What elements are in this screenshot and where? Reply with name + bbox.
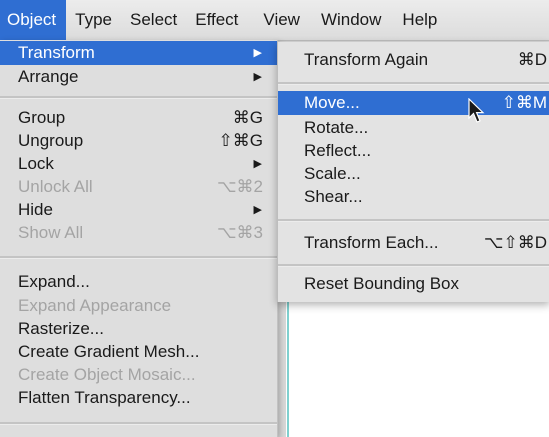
menu-item-shortcut: ⌘G [232, 108, 263, 127]
menu-item-label: Move... [304, 93, 360, 112]
submenu-item-transform-again[interactable]: Transform Again ⌘D [278, 48, 549, 72]
menu-item-ungroup[interactable]: Ungroup ⇧⌘G [0, 129, 277, 153]
menu-bar: Object Type Select Effect View Window He… [0, 0, 549, 41]
menu-item-shortcut: ⌘D [517, 50, 547, 69]
menu-item-label: Reflect... [304, 141, 372, 160]
menu-separator [0, 256, 277, 259]
menu-item-create-object-mosaic: Create Object Mosaic... [0, 363, 277, 387]
menu-item-lock[interactable]: Lock ▶ [0, 152, 277, 176]
menubar-help[interactable]: Help [390, 0, 446, 40]
menu-item-label: Lock [18, 154, 54, 173]
submenu-item-transform-each[interactable]: Transform Each... ⌥⇧⌘D [278, 231, 549, 255]
submenu-item-reset-bounding-box[interactable]: Reset Bounding Box [278, 272, 549, 296]
menu-item-hide[interactable]: Hide ▶ [0, 198, 277, 222]
menu-separator [278, 219, 549, 222]
menu-item-flatten-transparency[interactable]: Flatten Transparency... [0, 386, 277, 410]
menu-item-label: Create Object Mosaic... [18, 365, 196, 384]
mouse-pointer-icon [468, 98, 485, 123]
menu-item-label: Flatten Transparency... [18, 388, 191, 407]
menu-separator [0, 422, 277, 425]
menu-item-label: Reset Bounding Box [304, 274, 459, 293]
arrow-right-icon: ▶ [253, 47, 262, 59]
menubar-window[interactable]: Window [309, 0, 390, 40]
menubar-select[interactable]: Select [121, 0, 186, 40]
submenu-item-move[interactable]: Move... ⇧⌘M [278, 91, 549, 115]
menu-item-label: Unlock All [18, 177, 93, 196]
menu-item-label: Expand... [18, 272, 90, 291]
menu-item-expand[interactable]: Expand... [0, 270, 277, 294]
menu-item-transform[interactable]: Transform ▶ [0, 41, 277, 65]
menu-item-label: Transform Again [304, 50, 429, 69]
menubar-effect[interactable]: Effect [186, 0, 247, 40]
arrow-right-icon: ▶ [253, 204, 262, 216]
menu-item-label: Ungroup [18, 131, 84, 150]
menu-item-rasterize[interactable]: Rasterize... [0, 317, 277, 341]
menu-item-label: Hide [18, 200, 53, 219]
menu-item-label: Expand Appearance [18, 296, 172, 315]
transform-submenu: Transform Again ⌘D Move... ⇧⌘M Rotate...… [277, 42, 549, 302]
menu-item-group[interactable]: Group ⌘G [0, 106, 277, 130]
menu-item-shortcut: ⌥⌘2 [216, 177, 263, 196]
menu-separator [278, 82, 549, 85]
menu-item-shortcut: ⇧⌘G [218, 131, 263, 150]
menubar-object[interactable]: Object [0, 0, 67, 40]
menu-item-create-gradient-mesh[interactable]: Create Gradient Mesh... [0, 340, 277, 364]
menubar-type[interactable]: Type [66, 0, 121, 40]
arrow-right-icon: ▶ [253, 71, 262, 83]
menubar-view[interactable]: View [247, 0, 309, 40]
menu-item-label: Show All [18, 223, 84, 242]
submenu-item-shear[interactable]: Shear... [278, 185, 549, 209]
menu-item-label: Group [18, 108, 66, 127]
menu-item-shortcut: ⌥⌘3 [216, 223, 263, 242]
menu-item-label: Rasterize... [18, 319, 104, 338]
canvas-guide-line [287, 296, 289, 437]
submenu-item-rotate[interactable]: Rotate... [278, 116, 549, 140]
menu-item-label: Shear... [304, 187, 363, 206]
submenu-item-scale[interactable]: Scale... [278, 162, 549, 186]
menu-item-unlock-all: Unlock All ⌥⌘2 [0, 175, 277, 199]
menu-item-label: Transform Each... [304, 233, 439, 252]
menu-item-shortcut: ⇧⌘M [501, 93, 547, 112]
menu-item-label: Create Gradient Mesh... [18, 342, 200, 361]
menu-item-shortcut: ⌥⇧⌘D [483, 233, 547, 252]
submenu-item-reflect[interactable]: Reflect... [278, 139, 549, 163]
menu-item-label: Rotate... [304, 118, 369, 137]
menu-separator [278, 264, 549, 267]
menu-item-expand-appearance: Expand Appearance [0, 294, 277, 318]
menu-separator [0, 96, 277, 99]
menu-item-show-all: Show All ⌥⌘3 [0, 221, 277, 245]
menu-item-label: Transform [18, 43, 95, 62]
arrow-right-icon: ▶ [253, 158, 262, 170]
object-menu: Transform ▶ Arrange ▶ Group ⌘G Ungroup ⇧… [0, 40, 278, 437]
artboard-canvas [286, 296, 549, 437]
menu-item-label: Scale... [304, 164, 361, 183]
menu-item-arrange[interactable]: Arrange ▶ [0, 65, 277, 89]
menu-item-label: Arrange [18, 67, 79, 86]
